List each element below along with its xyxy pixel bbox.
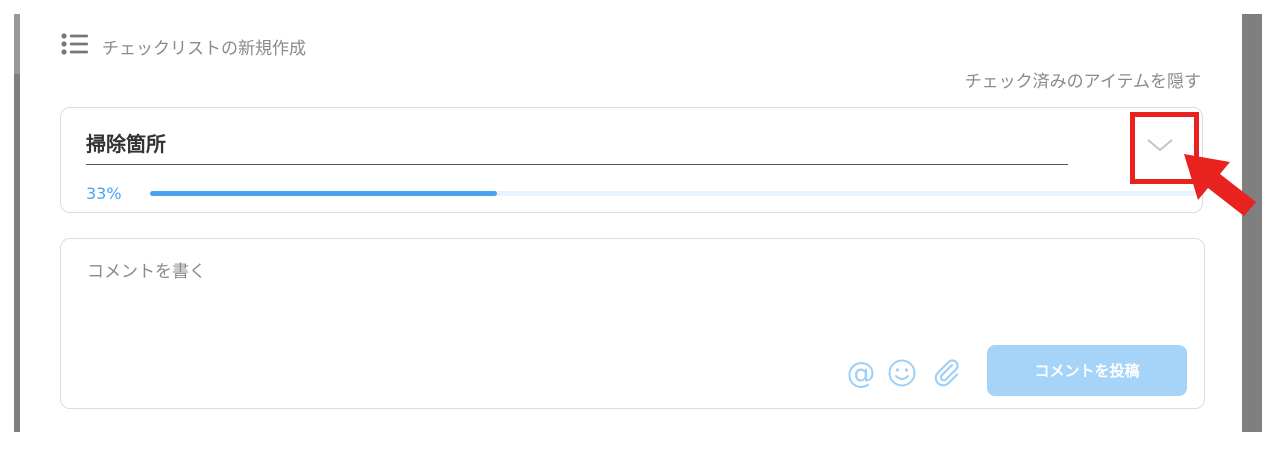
right-scrollbar[interactable] — [1242, 14, 1262, 432]
smiley-icon[interactable] — [886, 357, 918, 389]
hide-checked-items-link[interactable]: チェック済みのアイテムを隠す — [965, 67, 1201, 92]
progress-bar-fill — [150, 191, 498, 196]
new-checklist-button[interactable]: チェックリストの新規作成 — [60, 32, 306, 60]
at-icon[interactable]: @ — [845, 357, 877, 389]
left-edge-bar-shade — [14, 14, 20, 74]
checklist-card: 掃除箇所 33% — [60, 107, 1203, 213]
list-icon — [60, 32, 90, 60]
new-checklist-label: チェックリストの新規作成 — [102, 38, 306, 59]
comment-input[interactable] — [85, 255, 1179, 339]
checklist-title[interactable]: 掃除箇所 — [86, 130, 1068, 165]
left-edge-bar — [14, 14, 20, 432]
red-arrow-icon — [1180, 150, 1260, 222]
comment-box: @ コメントを投稿 — [60, 238, 1205, 409]
post-comment-button[interactable]: コメントを投稿 — [987, 345, 1187, 396]
progress-bar — [150, 191, 1202, 196]
progress-percent: 33% — [86, 184, 122, 203]
paperclip-icon[interactable] — [931, 357, 963, 389]
